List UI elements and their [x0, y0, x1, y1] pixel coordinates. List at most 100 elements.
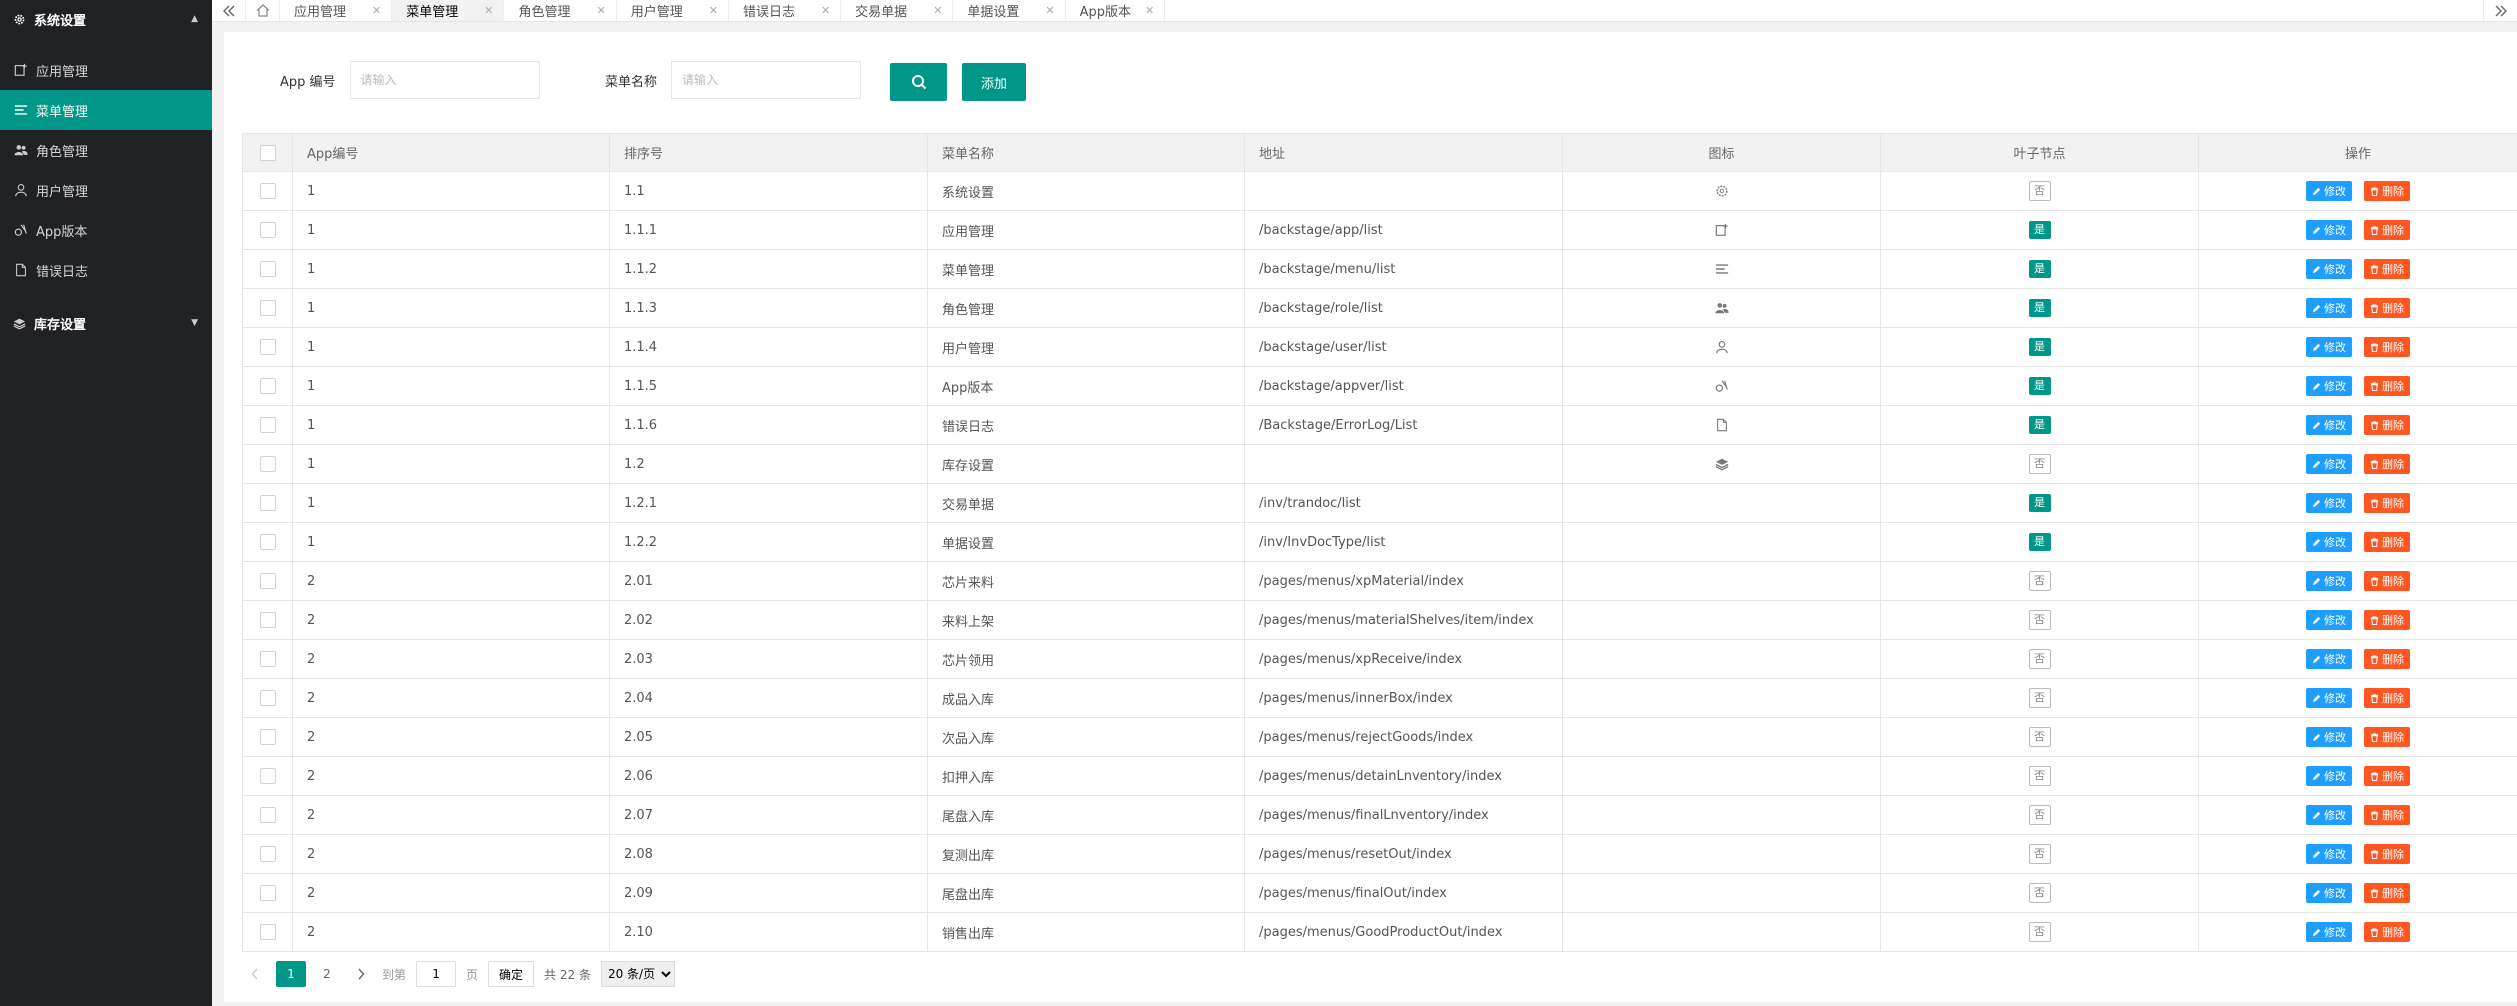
table-row[interactable]: 1 1.1.3 角色管理/backstage/role/list 是 修改 删除 — [242, 288, 2517, 328]
header-menu-name[interactable]: 菜单名称 — [927, 133, 1245, 172]
close-icon[interactable]: ✕ — [484, 4, 493, 17]
delete-button[interactable]: 删除 — [2364, 259, 2410, 279]
row-checkbox[interactable] — [259, 612, 276, 628]
edit-button[interactable]: 修改 — [2306, 649, 2352, 669]
edit-button[interactable]: 修改 — [2306, 922, 2352, 942]
table-row[interactable]: 2 2.10 销售出库/pages/menus/GoodProductOut/ind… — [242, 912, 2517, 952]
edit-button[interactable]: 修改 — [2306, 259, 2352, 279]
row-checkbox[interactable] — [259, 534, 276, 550]
sidebar-item-menu-lines[interactable]: 菜单管理 — [0, 90, 212, 130]
home-tab[interactable] — [246, 0, 280, 21]
table-row[interactable]: 2 2.04 成品入库/pages/menus/innerBox/index 否 修改 删… — [242, 678, 2517, 718]
tab-0[interactable]: 应用管理 ✕ — [280, 0, 393, 21]
close-icon[interactable]: ✕ — [1145, 4, 1154, 17]
delete-button[interactable]: 删除 — [2364, 298, 2410, 318]
tab-5[interactable]: 交易单据 ✕ — [841, 0, 954, 21]
table-row[interactable]: 1 1.1.4 用户管理/backstage/user/list 是 修改 删除 — [242, 327, 2517, 367]
row-checkbox[interactable] — [259, 768, 276, 784]
delete-button[interactable]: 删除 — [2364, 532, 2410, 552]
close-icon[interactable]: ✕ — [596, 4, 605, 17]
edit-button[interactable]: 修改 — [2306, 766, 2352, 786]
close-icon[interactable]: ✕ — [372, 4, 381, 17]
header-leaf[interactable]: 叶子节点 — [1880, 133, 2199, 172]
tabs-scroll-left-button[interactable] — [212, 0, 246, 21]
delete-button[interactable]: 删除 — [2364, 415, 2410, 435]
row-checkbox[interactable] — [259, 222, 276, 238]
table-row[interactable]: 2 2.02 来料上架/pages/menus/materialShelves/it… — [242, 600, 2517, 640]
edit-button[interactable]: 修改 — [2306, 688, 2352, 708]
table-row[interactable]: 1 1.1.1 应用管理/backstage/app/list 是 修改 删除 — [242, 210, 2517, 250]
delete-button[interactable]: 删除 — [2364, 922, 2410, 942]
next-page-button[interactable] — [348, 961, 374, 987]
delete-button[interactable]: 删除 — [2364, 883, 2410, 903]
page-1-button[interactable]: 1 — [276, 961, 306, 987]
edit-button[interactable]: 修改 — [2306, 493, 2352, 513]
header-url[interactable]: 地址 — [1244, 133, 1563, 172]
row-checkbox[interactable] — [259, 924, 276, 940]
close-icon[interactable]: ✕ — [709, 4, 718, 17]
table-row[interactable]: 2 2.07 尾盘入库/pages/menus/finalLnventory/ind… — [242, 795, 2517, 835]
table-row[interactable]: 1 1.1 系统设置 否 修改 删除 — [242, 171, 2517, 211]
close-icon[interactable]: ✕ — [933, 4, 942, 17]
table-row[interactable]: 1 1.2 库存设置 否 修改 删除 — [242, 444, 2517, 484]
tab-1[interactable]: 菜单管理 ✕ — [392, 0, 505, 21]
delete-button[interactable]: 删除 — [2364, 805, 2410, 825]
sidebar-group-inventory[interactable]: 库存设置 ▼ — [0, 304, 212, 342]
header-sort-number[interactable]: 排序号 — [609, 133, 928, 172]
header-app-number[interactable]: App编号 — [292, 133, 610, 172]
sidebar-item-app[interactable]: 应用管理 — [0, 50, 212, 90]
table-row[interactable]: 1 1.2.2 单据设置/inv/InvDocType/list 是 修改 删除 — [242, 522, 2517, 562]
edit-button[interactable]: 修改 — [2306, 298, 2352, 318]
table-row[interactable]: 2 2.03 芯片领用/pages/menus/xpReceive/index 否 修改… — [242, 639, 2517, 679]
header-icon[interactable]: 图标 — [1562, 133, 1881, 172]
edit-button[interactable]: 修改 — [2306, 883, 2352, 903]
table-row[interactable]: 1 1.1.2 菜单管理/backstage/menu/list 是 修改 删除 — [242, 249, 2517, 289]
page-size-select[interactable]: 20 条/页 — [600, 961, 675, 987]
delete-button[interactable]: 删除 — [2364, 454, 2410, 474]
edit-button[interactable]: 修改 — [2306, 376, 2352, 396]
edit-button[interactable]: 修改 — [2306, 727, 2352, 747]
row-checkbox[interactable] — [259, 417, 276, 433]
edit-button[interactable]: 修改 — [2306, 805, 2352, 825]
delete-button[interactable]: 删除 — [2364, 844, 2410, 864]
prev-page-button[interactable] — [242, 961, 268, 987]
delete-button[interactable]: 删除 — [2364, 493, 2410, 513]
row-checkbox[interactable] — [259, 300, 276, 316]
edit-button[interactable]: 修改 — [2306, 415, 2352, 435]
table-row[interactable]: 1 1.1.5 App版本/backstage/appver/list 是 修改 删除 — [242, 366, 2517, 406]
tab-7[interactable]: App版本 ✕ — [1066, 0, 1166, 21]
page-2-button[interactable]: 2 — [314, 961, 340, 987]
edit-button[interactable]: 修改 — [2306, 181, 2352, 201]
delete-button[interactable]: 删除 — [2364, 181, 2410, 201]
row-checkbox[interactable] — [259, 885, 276, 901]
table-row[interactable]: 2 2.09 尾盘出库/pages/menus/finalOut/index 否 修改 删… — [242, 873, 2517, 913]
table-row[interactable]: 2 2.05 次品入库/pages/menus/rejectGoods/index 否… — [242, 717, 2517, 757]
delete-button[interactable]: 删除 — [2364, 571, 2410, 591]
table-row[interactable]: 2 2.06 扣押入库/pages/menus/detainLnventory/in… — [242, 756, 2517, 796]
table-row[interactable]: 2 2.01 芯片来料/pages/menus/xpMaterial/index 否 修… — [242, 561, 2517, 601]
delete-button[interactable]: 删除 — [2364, 766, 2410, 786]
tab-4[interactable]: 错误日志 ✕ — [729, 0, 842, 21]
sidebar-item-users[interactable]: 角色管理 — [0, 130, 212, 170]
row-checkbox[interactable] — [259, 651, 276, 667]
row-checkbox[interactable] — [259, 378, 276, 394]
delete-button[interactable]: 删除 — [2364, 649, 2410, 669]
delete-button[interactable]: 删除 — [2364, 688, 2410, 708]
delete-button[interactable]: 删除 — [2364, 337, 2410, 357]
menu-name-input[interactable] — [671, 61, 862, 99]
edit-button[interactable]: 修改 — [2306, 454, 2352, 474]
add-button[interactable]: 添加 — [962, 63, 1026, 101]
sidebar-group-system[interactable]: 系统设置 ▲ — [0, 0, 212, 38]
row-checkbox[interactable] — [259, 183, 276, 199]
app-number-input[interactable] — [349, 61, 540, 99]
select-all-checkbox[interactable] — [259, 144, 276, 161]
search-button[interactable] — [890, 63, 947, 101]
goto-confirm-button[interactable]: 确定 — [488, 961, 535, 987]
row-checkbox[interactable] — [259, 846, 276, 862]
delete-button[interactable]: 删除 — [2364, 727, 2410, 747]
sidebar-item-version[interactable]: App版本 — [0, 210, 212, 250]
close-icon[interactable]: ✕ — [1045, 4, 1054, 17]
tab-2[interactable]: 角色管理 ✕ — [504, 0, 617, 21]
edit-button[interactable]: 修改 — [2306, 610, 2352, 630]
row-checkbox[interactable] — [259, 690, 276, 706]
